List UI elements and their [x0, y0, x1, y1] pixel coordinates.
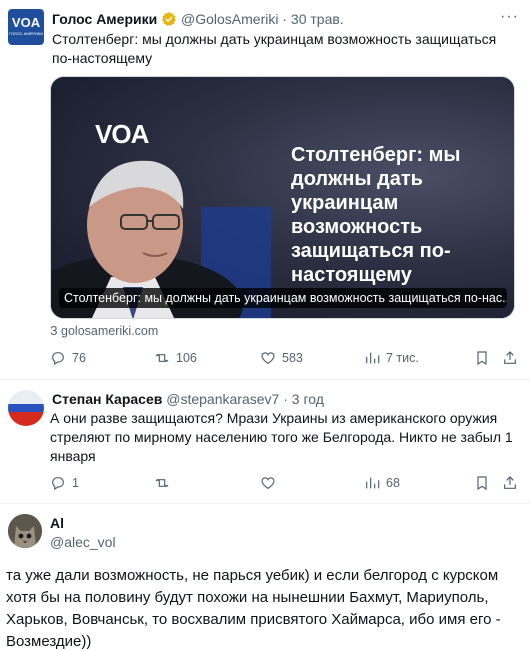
views-count: 7 тис. [386, 351, 419, 365]
like-count: 583 [282, 351, 303, 365]
views-icon [366, 477, 380, 489]
bookmark-button[interactable] [474, 475, 490, 491]
card-domain[interactable]: З golosameriki.com [50, 324, 158, 338]
avatar-golos-ameriki[interactable]: VOA ГОЛОС АМЕРИКИ [8, 9, 44, 45]
share-button[interactable] [502, 475, 518, 491]
views-count: 68 [386, 476, 400, 490]
like-icon [261, 352, 275, 365]
tweet-golos-ameriki[interactable]: VOA ГОЛОС АМЕРИКИ Голос Америки @GolosAm… [0, 0, 530, 378]
author-handle[interactable]: @alec_vol [50, 533, 116, 551]
card-caption: Столтенберг: мы должны дать украинцам во… [59, 288, 507, 308]
tweet-text: та уже дали возможность, не парься уебик… [6, 567, 501, 650]
timestamp[interactable]: 30 трав. [291, 11, 344, 27]
tweet-header: Степан Карасев @stepankarasev7 · 3 год [52, 390, 324, 408]
retweet-count: 106 [176, 351, 197, 365]
reply-button[interactable]: 76 [50, 350, 86, 366]
views-button[interactable]: 7 тис. [364, 350, 419, 366]
tweet-header: Голос Америки @GolosAmeriki · 30 трав. [52, 10, 344, 31]
like-button[interactable] [260, 475, 282, 491]
author-handle[interactable]: @GolosAmeriki [181, 11, 278, 27]
tweet-text: Столтенберг: мы должны дать украинцам во… [52, 31, 497, 66]
author-name[interactable]: Голос Америки [52, 11, 157, 27]
views-icon [366, 352, 380, 364]
like-button[interactable]: 583 [260, 350, 303, 366]
separator: · [282, 11, 288, 27]
share-icon [504, 476, 516, 489]
author-handle[interactable]: @stepankarasev7 [166, 391, 279, 407]
avatar-cat-image [8, 514, 42, 548]
retweet-button[interactable]: 106 [154, 350, 197, 366]
bookmark-icon [477, 351, 487, 366]
tweet-stepan-karasev[interactable]: Степан Карасев @stepankarasev7 · 3 год А… [0, 380, 530, 502]
avatar-voa-subtext: ГОЛОС АМЕРИКИ [8, 31, 44, 36]
bookmark-button[interactable] [474, 350, 490, 366]
like-icon [261, 477, 275, 490]
separator: · [283, 391, 288, 407]
avatar-flag-image [8, 390, 44, 426]
reply-count: 1 [72, 476, 79, 490]
timestamp[interactable]: 3 год [292, 391, 324, 407]
reply-button[interactable]: 1 [50, 475, 79, 491]
retweet-button[interactable] [154, 475, 176, 491]
reply-count: 76 [72, 351, 86, 365]
share-icon [504, 351, 516, 364]
more-icon[interactable]: ··· [500, 8, 519, 26]
link-card[interactable]: VOA Столтенберг: мы должны дать украинца… [50, 76, 515, 319]
tweet-alec-vol[interactable]: Al @alec_vol та уже дали возможность, не… [0, 504, 530, 651]
author-name[interactable]: Al [50, 514, 64, 532]
bookmark-icon [477, 476, 487, 491]
tweet-actions: 1 68 [50, 475, 520, 495]
tweet-text: А они разве защищаются? Мрази Украины из… [50, 410, 513, 464]
views-button[interactable]: 68 [364, 475, 400, 491]
card-voa-logo: VOA [95, 119, 149, 149]
avatar-alec-vol[interactable] [8, 514, 42, 548]
card-headline: Столтенберг: мы должны дать украинцам во… [291, 144, 461, 286]
retweet-icon [155, 478, 169, 488]
author-name[interactable]: Степан Карасев [52, 391, 162, 407]
avatar-stepan-karasev[interactable] [8, 390, 44, 426]
share-button[interactable] [502, 350, 518, 366]
avatar-voa-text: VOA [11, 15, 41, 30]
tweet-actions: 76 106 583 7 тис. [50, 350, 520, 370]
reply-icon [52, 477, 64, 491]
verified-badge-icon [161, 11, 177, 31]
retweet-icon [155, 353, 169, 363]
reply-icon [52, 352, 64, 366]
